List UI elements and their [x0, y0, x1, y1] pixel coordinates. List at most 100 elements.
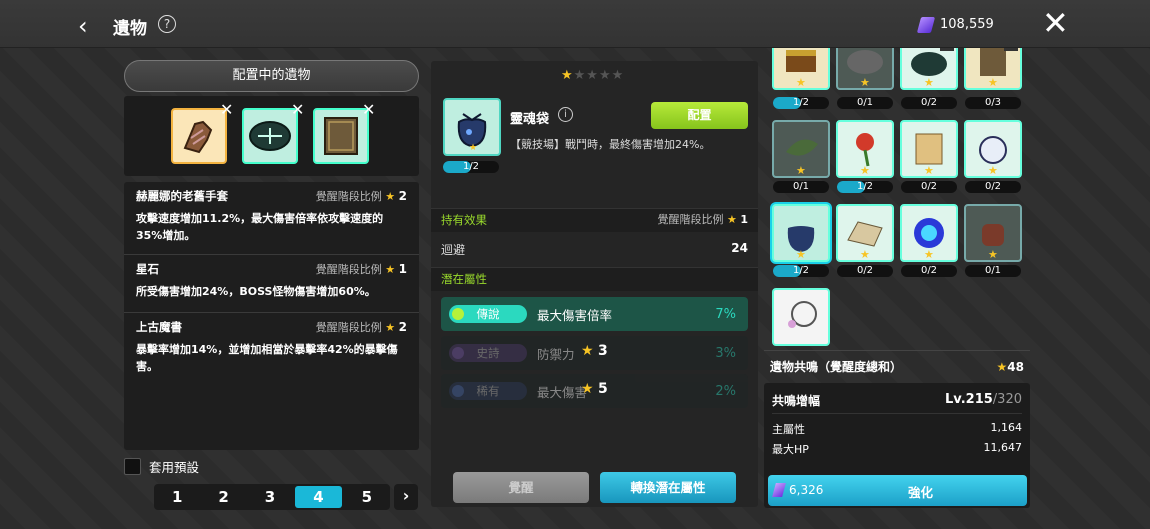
- page-button-3[interactable]: 3: [247, 484, 293, 510]
- equipped-effects-list: 赫麗娜的老舊手套 覺醒階段比例 ★ 2 攻擊速度增加11.2%，最大傷害倍率依攻擊…: [124, 182, 419, 450]
- level-text: 1/2: [856, 181, 874, 192]
- equipped-slot-glove[interactable]: [171, 108, 227, 164]
- potential-title: 潛在屬性: [441, 272, 487, 286]
- star-icon: ★: [726, 213, 737, 226]
- star-icon: ★: [860, 248, 870, 261]
- place-button[interactable]: 配置: [651, 102, 748, 129]
- level-text: 0/2: [920, 265, 938, 276]
- unequip-book-icon[interactable]: ✕: [362, 100, 375, 119]
- relic-level: 0/3: [965, 97, 1021, 109]
- page-button-4[interactable]: 4: [295, 486, 342, 508]
- relic-cell-disc[interactable]: ★: [836, 48, 894, 90]
- relic-level: 1/2: [773, 97, 829, 109]
- info-icon[interactable]: i: [558, 107, 573, 122]
- potential-value: 7%: [715, 306, 736, 322]
- equipped-badge: E: [1004, 48, 1018, 51]
- next-page-button[interactable]: ›: [394, 484, 418, 510]
- tier-label: 傳說: [476, 307, 500, 321]
- hold-stat-name: 迴避: [441, 243, 466, 257]
- relic-detail-panel: ★★★★★ ★ 1/2 靈魂袋 i 配置 【競技場】戰鬥時，最終傷害增加24%。…: [431, 61, 758, 507]
- star-icon: ★: [988, 76, 998, 89]
- equipped-header[interactable]: 配置中的遺物: [124, 60, 419, 92]
- hold-stat-value: 24: [731, 241, 748, 255]
- potential-stat: 最大傷害倍率: [537, 307, 613, 323]
- star-icon: ★: [796, 76, 806, 89]
- level-text: 0/3: [984, 97, 1002, 108]
- lock-dot-icon[interactable]: [452, 308, 464, 320]
- tier-badge-rare: 稀有: [449, 382, 527, 400]
- unlock-requirement-epic: ★ 3: [581, 343, 608, 359]
- relic-cell-starstone[interactable]: E★: [900, 48, 958, 90]
- relic-cell-soul-bag[interactable]: ★: [772, 204, 830, 262]
- relic-cell-orb[interactable]: ★: [900, 204, 958, 262]
- ratio-label: 覺醒階段比例: [315, 263, 382, 276]
- req-value: 3: [598, 343, 608, 359]
- relic-cell-necklace[interactable]: [772, 288, 830, 346]
- page-button-2[interactable]: 2: [200, 484, 246, 510]
- hold-effect-header: 持有效果 覺醒階段比例 ★ 1: [431, 208, 758, 232]
- close-button[interactable]: ✕: [1042, 7, 1069, 39]
- effect-name: 赫麗娜的老舊手套: [136, 189, 228, 203]
- relic-cell-leaf[interactable]: ★: [772, 120, 830, 178]
- relic-level: 1/2: [773, 265, 829, 277]
- stat-name: 最大HP: [772, 443, 809, 456]
- necklace-icon: [788, 301, 817, 328]
- ratio-value: 2: [398, 189, 407, 203]
- page-button-5[interactable]: 5: [344, 484, 390, 510]
- effect-ratio: 覺醒階段比例 ★ 1: [316, 261, 407, 277]
- strengthen-cost: 6,326: [789, 483, 824, 497]
- equipped-panel: 配置中的遺物 ✕ ✕ ✕ 赫麗娜的老舊手套 覺醒階段比例 ★ 2 攻擊速度增加11…: [124, 60, 419, 450]
- relic-level: 0/1: [837, 97, 893, 109]
- potential-stat: 防禦力: [537, 346, 575, 362]
- back-button[interactable]: ‹: [78, 12, 88, 40]
- resonance-stat: 主屬性 1,164: [772, 421, 1022, 437]
- svg-text:★: ★: [469, 143, 477, 153]
- level-text: 0/2: [920, 97, 938, 108]
- unequip-starstone-icon[interactable]: ✕: [291, 100, 304, 119]
- relic-level: 0/1: [773, 181, 829, 193]
- relic-cell-book[interactable]: E★: [964, 48, 1022, 90]
- relic-cell-chest[interactable]: ★: [772, 48, 830, 90]
- unequip-glove-icon[interactable]: ✕: [220, 100, 233, 119]
- preset-label: 套用預設: [149, 460, 200, 475]
- effect-desc: 所受傷害增加24%，BOSS怪物傷害增加60%。: [136, 285, 376, 298]
- relic-name: 靈魂袋: [510, 112, 550, 127]
- ratio-value: 1: [398, 262, 407, 276]
- convert-potential-button[interactable]: 轉換潛在屬性: [600, 472, 736, 503]
- stat-value: 11,647: [983, 441, 1023, 454]
- star-icon: ★: [860, 76, 870, 89]
- relic-stars: ★★★★★: [561, 68, 624, 83]
- relic-level: 0/2: [901, 97, 957, 109]
- hold-ratio-value: 1: [740, 213, 748, 226]
- req-value: 5: [598, 381, 608, 397]
- effect-item: 星石 覺醒階段比例 ★ 1 所受傷害增加24%，BOSS怪物傷害增加60%。: [124, 255, 419, 313]
- hold-stat-row: 迴避 24: [441, 241, 748, 258]
- preset-pagination: 1 2 3 4 5: [154, 484, 390, 510]
- ratio-value: 2: [398, 320, 407, 334]
- top-bar: ‹ 遺物 ? 108,559 ✕: [0, 0, 1150, 48]
- potential-stat: 最大傷害: [537, 384, 588, 400]
- relic-cell-scroll[interactable]: ★: [900, 120, 958, 178]
- relic-level-text: 1/2: [462, 161, 480, 172]
- relic-cell-potion[interactable]: ★: [964, 204, 1022, 262]
- preset-checkbox[interactable]: [124, 458, 141, 475]
- star-icon: ★: [924, 248, 934, 261]
- preset-toggle[interactable]: 套用預設: [124, 457, 199, 476]
- level-text: 0/1: [984, 265, 1002, 276]
- relic-cell-flower[interactable]: ★: [836, 120, 894, 178]
- help-icon[interactable]: ?: [158, 15, 176, 33]
- equipped-slot-starstone[interactable]: [242, 108, 298, 164]
- unlock-requirement-rare: ★ 5: [581, 381, 608, 397]
- relic-cell-map[interactable]: ★: [836, 204, 894, 262]
- potential-value: 2%: [715, 383, 736, 399]
- page-button-1[interactable]: 1: [154, 484, 200, 510]
- equipped-slot-ancient-book[interactable]: [313, 108, 369, 164]
- resonance-label: 遺物共鳴（覺醒度總和）: [770, 360, 903, 374]
- ratio-label: 覺醒階段比例: [315, 190, 382, 203]
- relic-cell-jar[interactable]: ★: [964, 120, 1022, 178]
- star-empty-icons: ★★★★: [573, 68, 625, 83]
- stat-name: 主屬性: [772, 423, 805, 436]
- strengthen-button[interactable]: 6,326 強化: [768, 475, 1027, 506]
- lock-dot-icon: [452, 347, 464, 359]
- awaken-button[interactable]: 覺醒: [453, 472, 589, 503]
